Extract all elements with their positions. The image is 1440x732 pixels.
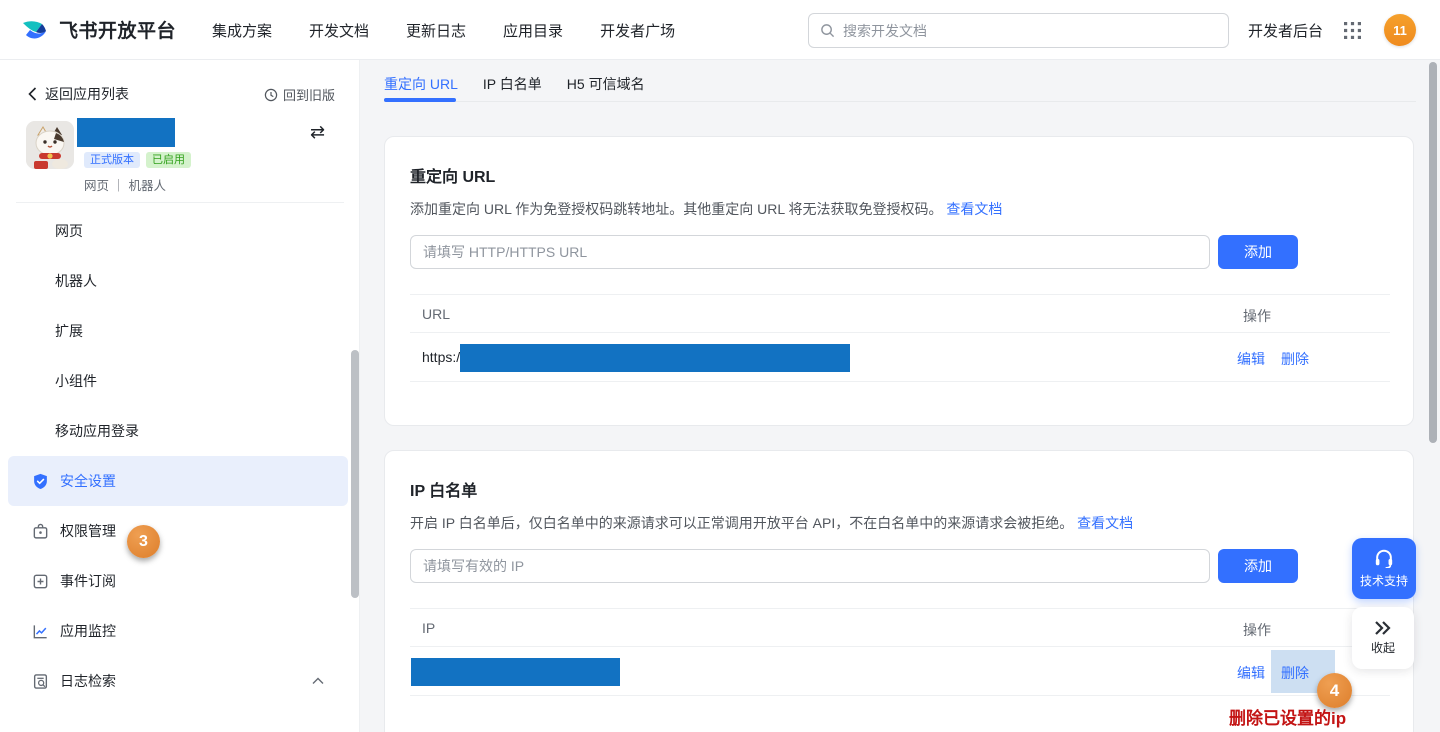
top-navbar: 飞书开放平台 集成方案 开发文档 更新日志 应用目录 开发者广场 开发者后台 <box>0 0 1440 60</box>
tech-support-button[interactable]: 技术支持 <box>1352 538 1416 599</box>
sidebar-item-permissions[interactable]: 权限管理 <box>0 506 352 556</box>
search-box[interactable] <box>808 13 1229 48</box>
redirect-url-table: URL 操作 https:/ 编辑 删除 <box>410 294 1390 382</box>
brand[interactable]: 飞书开放平台 <box>20 14 176 44</box>
col-action: 操作 <box>1243 620 1271 640</box>
nav-link-app-directory[interactable]: 应用目录 <box>503 20 563 41</box>
col-url: URL <box>422 306 450 322</box>
avatar[interactable]: 11 <box>1384 14 1416 46</box>
log-search-icon <box>32 673 49 690</box>
ip-card-title: IP 白名单 <box>410 477 477 501</box>
nav-link-docs[interactable]: 开发文档 <box>309 20 369 41</box>
monitor-chart-icon <box>32 623 49 640</box>
sidebar-item-web[interactable]: 网页 <box>0 206 352 256</box>
redirect-add-button[interactable]: 添加 <box>1218 235 1298 269</box>
back-to-old-version[interactable]: 回到旧版 <box>264 85 335 104</box>
sidebar-item-log-search[interactable]: 日志检索 <box>0 656 352 706</box>
search-icon <box>820 23 835 38</box>
redirect-card-title: 重定向 URL <box>410 163 495 187</box>
headset-icon <box>1373 548 1395 568</box>
edit-link[interactable]: 编辑 <box>1237 349 1265 369</box>
page-scrollbar[interactable] <box>1429 62 1437 443</box>
row-actions: 编辑 删除 <box>1237 349 1309 369</box>
delete-link[interactable]: 删除 <box>1281 663 1309 683</box>
col-action: 操作 <box>1243 306 1271 326</box>
switch-app-icon[interactable]: ⇄ <box>310 122 325 143</box>
old-version-label: 回到旧版 <box>283 85 335 104</box>
double-chevron-right-icon <box>1373 620 1393 636</box>
active-tab-underline <box>384 98 456 102</box>
sidebar-item-extension[interactable]: 扩展 <box>0 306 352 356</box>
app-root: 飞书开放平台 集成方案 开发文档 更新日志 应用目录 开发者广场 开发者后台 <box>0 0 1440 732</box>
sidebar-item-mobile-login[interactable]: 移动应用登录 <box>0 406 352 456</box>
app-name-redacted <box>77 118 175 147</box>
ip-add-button[interactable]: 添加 <box>1218 549 1298 583</box>
developer-console-link[interactable]: 开发者后台 <box>1248 20 1323 41</box>
url-prefix: https:/ <box>422 349 460 365</box>
collapse-label: 收起 <box>1371 639 1395 656</box>
sidebar: 返回应用列表 回到旧版 <box>0 60 360 732</box>
search-input[interactable] <box>843 23 1217 39</box>
table-row: https:/ 编辑 删除 <box>410 333 1390 382</box>
table-row: 编辑 删除 <box>410 647 1390 696</box>
redirect-doc-link[interactable]: 查看文档 <box>946 201 1002 217</box>
nav-links: 集成方案 开发文档 更新日志 应用目录 开发者广场 <box>212 0 675 60</box>
table-header: URL 操作 <box>410 294 1390 333</box>
chevron-left-icon <box>28 87 37 101</box>
history-clock-icon <box>264 88 278 102</box>
back-label: 返回应用列表 <box>45 84 129 104</box>
app-avatar <box>26 121 74 169</box>
edit-link[interactable]: 编辑 <box>1237 663 1265 683</box>
nav-link-changelog[interactable]: 更新日志 <box>406 20 466 41</box>
ip-card-desc: 开启 IP 白名单后，仅白名单中的来源请求可以正常调用开放平台 API，不在白名… <box>410 513 1133 533</box>
col-ip: IP <box>422 620 435 636</box>
main-content: 重定向 URL IP 白名单 H5 可信域名 重定向 URL 添加重定向 URL… <box>360 60 1440 732</box>
tech-support-label: 技术支持 <box>1360 572 1408 589</box>
tab-h5-trusted-domain[interactable]: H5 可信域名 <box>567 74 645 100</box>
back-to-app-list[interactable]: 返回应用列表 <box>28 84 129 104</box>
sidebar-scrollbar[interactable] <box>351 350 359 598</box>
event-subscribe-icon <box>32 573 49 590</box>
ip-doc-link[interactable]: 查看文档 <box>1077 515 1133 531</box>
brand-title: 飞书开放平台 <box>59 16 176 43</box>
url-redacted <box>460 344 850 372</box>
table-header: IP 操作 <box>410 608 1390 647</box>
chevron-up-icon[interactable] <box>312 677 324 685</box>
tab-ip-whitelist[interactable]: IP 白名单 <box>483 74 542 100</box>
sidebar-item-event-subscription[interactable]: 事件订阅 <box>0 556 352 606</box>
feishu-logo-icon <box>20 14 50 44</box>
collapse-button[interactable]: 收起 <box>1352 607 1414 669</box>
delete-link[interactable]: 删除 <box>1281 349 1309 369</box>
app-capabilities: 网页 ｜ 机器人 <box>84 175 166 194</box>
ip-redacted <box>411 658 620 686</box>
app-badges: 正式版本 已启用 <box>84 152 191 168</box>
redirect-card-desc: 添加重定向 URL 作为免登授权码跳转地址。其他重定向 URL 将无法获取免登授… <box>410 199 1002 219</box>
redirect-url-card: 重定向 URL 添加重定向 URL 作为免登授权码跳转地址。其他重定向 URL … <box>384 136 1414 426</box>
permission-badge-icon <box>32 523 49 540</box>
shield-check-icon <box>32 473 49 490</box>
status-badge: 已启用 <box>146 152 191 168</box>
annotation-step-4: 4 <box>1317 673 1352 708</box>
version-badge: 正式版本 <box>84 152 140 168</box>
sidebar-item-app-monitoring[interactable]: 应用监控 <box>0 606 352 656</box>
app-grid-icon[interactable] <box>1344 22 1361 39</box>
annotation-note: 删除已设置的ip <box>1229 704 1346 729</box>
annotation-step-3: 3 <box>127 525 160 558</box>
sidebar-divider <box>16 202 344 203</box>
sidebar-item-bot[interactable]: 机器人 <box>0 256 352 306</box>
sidebar-item-widget[interactable]: 小组件 <box>0 356 352 406</box>
sidebar-item-security-settings[interactable]: 安全设置 <box>8 456 348 506</box>
tab-bar: 重定向 URL IP 白名单 H5 可信域名 <box>384 74 645 100</box>
nav-link-solutions[interactable]: 集成方案 <box>212 20 272 41</box>
ip-whitelist-card: IP 白名单 开启 IP 白名单后，仅白名单中的来源请求可以正常调用开放平台 A… <box>384 450 1414 732</box>
ip-table: IP 操作 编辑 删除 <box>410 608 1390 696</box>
redirect-url-input[interactable] <box>410 235 1210 269</box>
tab-redirect-url[interactable]: 重定向 URL <box>384 74 458 100</box>
tab-divider <box>384 101 1416 102</box>
nav-link-dev-plaza[interactable]: 开发者广场 <box>600 20 675 41</box>
ip-input[interactable] <box>410 549 1210 583</box>
